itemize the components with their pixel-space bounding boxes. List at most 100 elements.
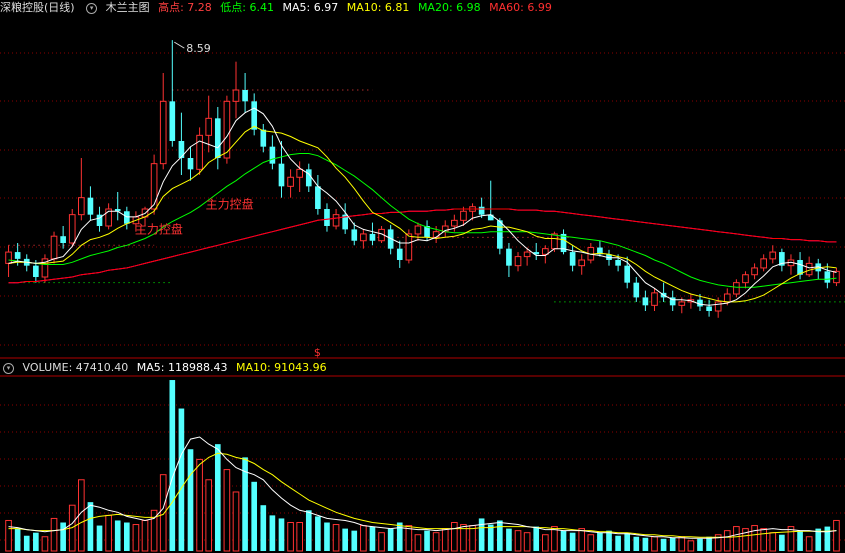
volume-bar [542, 534, 549, 552]
volume-bar [251, 481, 258, 551]
volume-bar [23, 535, 30, 551]
candle-body [706, 306, 712, 311]
volume-bar [87, 502, 94, 551]
volume-bar [642, 537, 649, 551]
chevron-down-icon[interactable]: ▾ [86, 2, 98, 14]
marker-label: $ [314, 346, 321, 359]
volume-bar [451, 522, 458, 552]
candle-body [278, 163, 285, 187]
volume-bar [687, 540, 695, 552]
ma60-label: MA60: 6.99 [489, 1, 552, 14]
candle-body [432, 231, 440, 238]
candle-body [60, 236, 66, 243]
candle-body [87, 197, 94, 215]
volume-bar [50, 517, 58, 552]
volume-bar [424, 530, 430, 551]
volume-bar [578, 528, 586, 552]
volume-bar [469, 525, 476, 552]
volume-bar [597, 532, 603, 551]
volume-bar [405, 525, 413, 552]
volume-label: VOLUME: 47410.40 [22, 361, 129, 374]
chart-canvas[interactable]: 8.59主力控盘主力控盘$ [0, 0, 845, 553]
candle-body [242, 90, 248, 102]
volume-bar [769, 532, 777, 552]
candle-body [150, 163, 158, 210]
candle-body [751, 267, 758, 276]
candle-body [169, 101, 176, 141]
ma5-label: MA5: 6.97 [282, 1, 339, 14]
volume-bar [833, 519, 840, 552]
candle-body [332, 214, 340, 227]
ma10-label: MA10: 6.81 [346, 1, 410, 14]
candle-body [678, 301, 686, 306]
volume-ma5-label: MA5: 118988.43 [136, 361, 228, 374]
volume-bar [497, 520, 503, 551]
candle-body [5, 251, 12, 264]
volume-bar [114, 520, 121, 551]
candle-body [187, 158, 194, 170]
candle-body [124, 211, 130, 224]
volume-bar [760, 528, 767, 552]
candle-body [396, 248, 403, 260]
candle-body [50, 235, 58, 260]
candle-body [232, 89, 240, 102]
main-chart-header: 深粮控股(日线) ▾ 木兰主图 高点: 7.28 低点: 6.41 MA5: 6… [0, 0, 557, 16]
candle-body [451, 219, 458, 227]
candle-body [478, 206, 485, 215]
volume-bar [514, 530, 522, 552]
candle-body [360, 233, 367, 242]
volume-bar [779, 534, 785, 551]
volume-bar [751, 525, 758, 552]
volume-bar [360, 525, 367, 552]
volume-bar [287, 522, 294, 552]
volume-bar [96, 525, 103, 551]
candle-body [514, 256, 522, 267]
candle-body [214, 118, 221, 158]
candle-body [651, 292, 658, 306]
control-label: 主力控盘 [135, 222, 183, 237]
volume-bar [432, 532, 440, 552]
candle-body [460, 210, 467, 221]
volume-bar [624, 532, 631, 551]
volume-bar [315, 516, 321, 551]
candle-body [324, 209, 330, 226]
volume-bar [178, 408, 185, 551]
volume-bar [132, 524, 140, 552]
candle-body [287, 176, 294, 187]
indicator-name[interactable]: 木兰主图 [106, 1, 150, 14]
volume-bar [124, 522, 130, 551]
volume-bar [824, 526, 831, 551]
candle-body [624, 265, 631, 283]
candle-body [68, 214, 76, 244]
candle-body [78, 197, 85, 216]
candle-body [269, 146, 276, 164]
volume-bar [196, 458, 203, 552]
volume-bar [669, 537, 676, 551]
volume-bar [387, 528, 394, 551]
stock-name[interactable]: 深粮控股(日线) [0, 1, 75, 14]
candle-body [251, 101, 258, 130]
volume-bar [305, 510, 312, 551]
chevron-down-icon[interactable]: ▾ [3, 362, 14, 374]
volume-bar [414, 534, 422, 552]
candle-body [824, 271, 831, 283]
volume-bar [797, 530, 803, 551]
volume-bar [260, 505, 267, 551]
volume-bar [706, 536, 712, 551]
volume-bar [533, 526, 540, 551]
volume-bar [523, 532, 531, 552]
volume-bar [33, 532, 39, 551]
candle-body [769, 251, 777, 260]
chart-window[interactable]: 8.59 主力控盘 主力控盘 $ 深粮控股(日线) ▾ 木兰主图 高点: 7.28 低… [0, 0, 845, 553]
ma20-label: MA20: 6.98 [417, 1, 481, 14]
volume-bar [159, 474, 167, 552]
candle-body [178, 141, 185, 158]
candle-body [260, 129, 267, 147]
volume-bar [324, 522, 330, 551]
candle-body [723, 293, 731, 303]
high-label: 高点: 7.28 [158, 1, 212, 14]
candle-body [733, 282, 740, 295]
low-label: 低点: 6.41 [220, 1, 274, 14]
candle-body [742, 274, 749, 284]
candle-body [805, 262, 813, 276]
